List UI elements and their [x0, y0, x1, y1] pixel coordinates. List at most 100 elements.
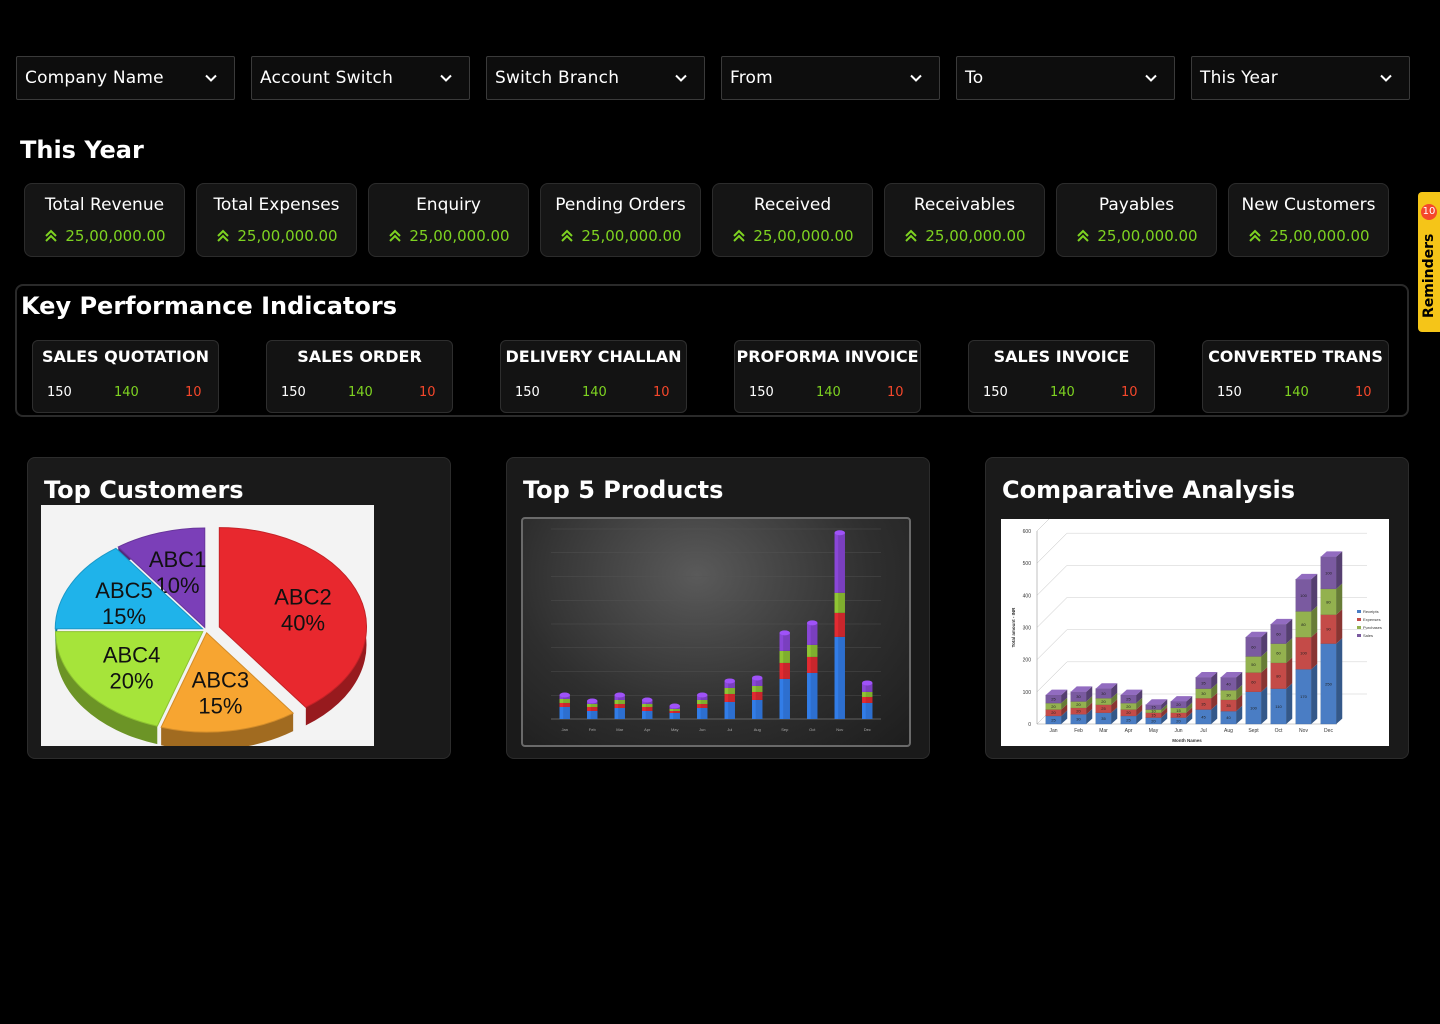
bar-value-label: 60 — [1276, 651, 1281, 656]
gridline — [1036, 661, 1068, 693]
bar-value-label: 250 — [1325, 681, 1332, 686]
reminders-tab[interactable]: 10 Reminders — [1418, 192, 1440, 332]
y-tick-label: 500 — [1023, 561, 1032, 567]
bar-value-label: 15 — [1151, 705, 1156, 710]
bar-value-label: 20 — [1076, 709, 1081, 714]
bar-highlight — [697, 703, 701, 708]
stat-amount: 25,00,000.00 — [1269, 227, 1370, 245]
bar-highlight — [642, 706, 646, 711]
bar-highlight — [697, 699, 701, 704]
x-tick-label: Jan — [562, 727, 568, 732]
company-name-select[interactable]: Company Name — [16, 56, 235, 100]
kpi-pending: 10 — [1121, 385, 1138, 400]
stat-amount: 25,00,000.00 — [237, 227, 338, 245]
stat-card-payables[interactable]: Payables 25,00,000.00 — [1056, 183, 1217, 257]
stat-amount: 25,00,000.00 — [65, 227, 166, 245]
bar-highlight — [807, 644, 811, 657]
pie-label-category: ABC3 — [192, 667, 249, 692]
x-tick-label: May — [671, 727, 679, 732]
switch-branch-select[interactable]: Switch Branch — [486, 56, 705, 100]
kpi-card-delivery-challan[interactable]: DELIVERY CHALLAN 150 140 10 — [500, 340, 687, 413]
double-chevron-up-icon — [905, 229, 918, 242]
reminders-label: Reminders — [1421, 233, 1437, 318]
bar-value-label: 20 — [1051, 704, 1056, 709]
stat-card-receivables[interactable]: Receivables 25,00,000.00 — [884, 183, 1045, 257]
gridline — [1036, 519, 1050, 532]
bar-value-label: 60 — [1251, 680, 1256, 685]
bar-top — [669, 703, 680, 709]
x-tick-label: Jun — [699, 727, 705, 732]
account-switch-label: Account Switch — [260, 68, 394, 88]
x-tick-label: Jul — [1200, 728, 1206, 734]
bar-value-label: 25 — [1051, 697, 1056, 702]
bar-top — [697, 692, 708, 698]
y-tick-label: 300 — [1023, 626, 1032, 632]
double-chevron-up-icon — [1077, 229, 1090, 242]
period-select[interactable]: This Year — [1191, 56, 1410, 100]
bar-top — [559, 692, 570, 698]
bar-value-label: 30 — [1101, 691, 1106, 696]
kpi-card-sales-quotation[interactable]: SALES QUOTATION 150 140 10 — [32, 340, 219, 413]
stat-card-total-revenue[interactable]: Total Revenue 25,00,000.00 — [24, 183, 185, 257]
stacked-bar-chart: Jan Feb Mar Apr May Jun Jul Aug Sep Oct Nov Dec — [551, 528, 881, 732]
bar-top — [587, 698, 598, 704]
bar-value-label: 40 — [1226, 681, 1231, 686]
kpi-card-proforma-invoice[interactable]: PROFORMA INVOICE 150 140 10 — [734, 340, 921, 413]
bar-highlight — [587, 710, 591, 719]
bar-side — [1286, 683, 1293, 724]
legend-label: Expenses — [1363, 617, 1381, 622]
kpi-card-sales-order[interactable]: SALES ORDER 150 140 10 — [266, 340, 453, 413]
stat-value: 25,00,000.00 — [713, 227, 872, 245]
bar-top — [834, 530, 845, 536]
y-tick-label: 200 — [1023, 658, 1032, 664]
bar-highlight — [807, 672, 811, 719]
x-tick-label: Aug — [1224, 728, 1233, 734]
bar-side — [1311, 606, 1318, 638]
x-tick-label: May — [1149, 728, 1159, 734]
stat-card-new-customers[interactable]: New Customers 25,00,000.00 — [1228, 183, 1389, 257]
legend-label: Receipts — [1363, 609, 1379, 614]
pie-label-category: ABC1 — [149, 547, 206, 572]
kpi-card-converted-trans[interactable]: CONVERTED TRANS 150 140 10 — [1202, 340, 1389, 413]
stat-card-pending-orders[interactable]: Pending Orders 25,00,000.00 — [540, 183, 701, 257]
y-tick-label: 600 — [1023, 529, 1032, 535]
from-date-select[interactable]: From — [721, 56, 940, 100]
x-tick-label: Feb — [1074, 728, 1083, 734]
stat-value: 25,00,000.00 — [541, 227, 700, 245]
stat-card-total-expenses[interactable]: Total Expenses 25,00,000.00 — [196, 183, 357, 257]
stat-card-enquiry[interactable]: Enquiry 25,00,000.00 — [368, 183, 529, 257]
bar-value-label: 80 — [1326, 599, 1331, 604]
bar-value-label: 20 — [1101, 699, 1106, 704]
stat-amount: 25,00,000.00 — [1097, 227, 1198, 245]
bar-highlight — [614, 707, 619, 719]
gridline — [1036, 629, 1068, 660]
period-title: This Year — [20, 136, 144, 164]
bar-side — [1311, 631, 1318, 670]
kpi-card-title: SALES ORDER — [297, 347, 422, 366]
stat-label: Receivables — [913, 195, 1016, 215]
bar-side — [1336, 609, 1343, 644]
kpi-title: Key Performance Indicators — [21, 292, 397, 320]
bar-side — [1336, 638, 1343, 724]
kpi-card-sales-invoice[interactable]: SALES INVOICE 150 140 10 — [968, 340, 1155, 413]
double-chevron-up-icon — [45, 229, 58, 242]
bar-value-label: 30 — [1076, 717, 1081, 722]
bar-side — [1311, 663, 1318, 724]
x-tick-label: Dec — [1324, 728, 1333, 734]
bar-value-label: 80 — [1301, 622, 1306, 627]
legend-label: Sales — [1363, 633, 1373, 638]
x-tick-label: Oct — [809, 727, 816, 732]
kpi-completed: 140 — [114, 385, 139, 400]
account-switch-select[interactable]: Account Switch — [251, 56, 470, 100]
bar-value-label: 20 — [1176, 718, 1181, 723]
kpi-card-title: DELIVERY CHALLAN — [505, 347, 682, 366]
bar-value-label: 110 — [1275, 704, 1282, 709]
to-date-select[interactable]: To — [956, 56, 1175, 100]
stat-card-received[interactable]: Received 25,00,000.00 — [712, 183, 873, 257]
kpi-total: 150 — [749, 385, 774, 400]
bar-highlight — [779, 632, 784, 651]
company-name-label: Company Name — [25, 68, 164, 88]
double-chevron-up-icon — [389, 229, 402, 242]
bar-side — [1261, 686, 1268, 724]
y-tick-label: 100 — [1023, 690, 1032, 696]
